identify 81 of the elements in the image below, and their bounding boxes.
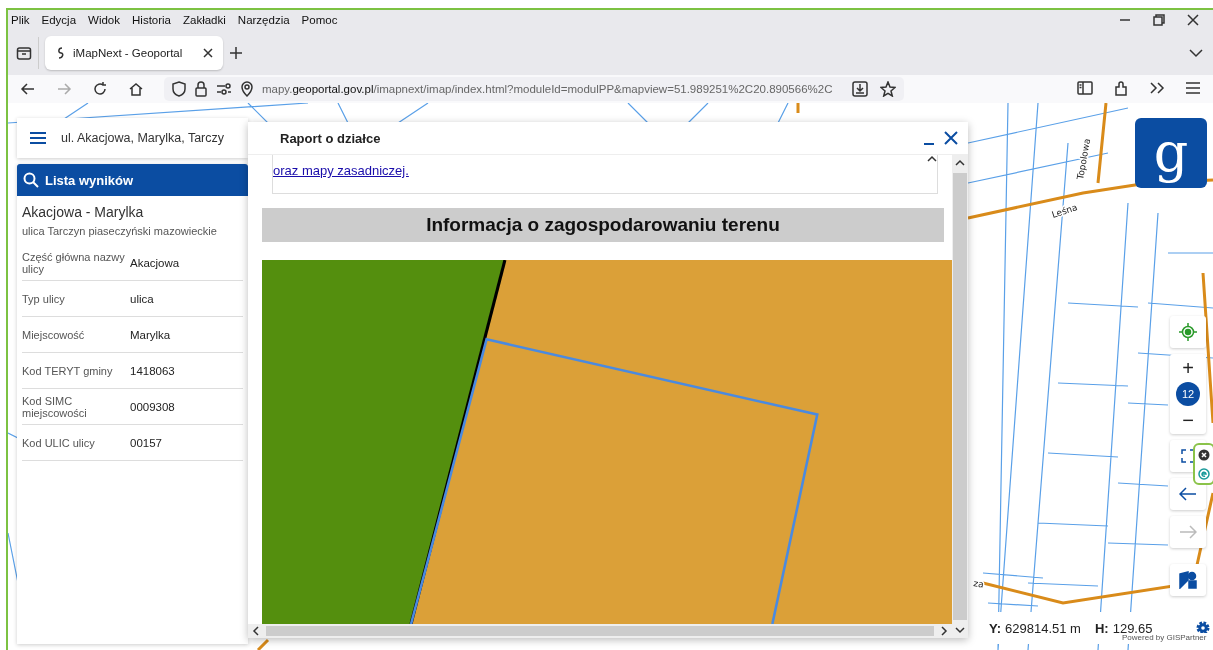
zoom-level-badge: 12 (1176, 382, 1200, 406)
attribute-value: Akacjowa (130, 256, 181, 269)
attribution-text: Powered by GISPartner (1120, 633, 1209, 643)
dialog-title: Raport o działce (280, 130, 382, 146)
menu-icon[interactable] (29, 131, 47, 145)
street-label: za (972, 578, 985, 590)
location-pin-icon[interactable] (240, 81, 254, 97)
shapes-icon (1179, 571, 1197, 589)
scroll-left-icon[interactable] (252, 626, 260, 636)
download-icon[interactable] (852, 81, 868, 97)
scroll-up-icon[interactable] (955, 159, 965, 167)
attribute-label: Typ ulicy (22, 292, 66, 305)
menu-item[interactable]: Edycja (41, 14, 77, 26)
restore-icon[interactable] (1153, 14, 1165, 26)
menu-icon[interactable] (1185, 81, 1201, 95)
target-icon (1179, 323, 1197, 341)
settings-icon[interactable] (1195, 620, 1211, 636)
right-arrow-icon (1179, 525, 1197, 539)
extension-overlay[interactable] (1193, 443, 1213, 485)
sliders-icon[interactable] (216, 82, 232, 96)
scroll-down-icon[interactable] (955, 626, 965, 634)
tab-list-icon[interactable] (1189, 47, 1203, 58)
chevrons-right-icon[interactable] (1149, 81, 1165, 95)
attribute-label: Kod TERYT gminy (22, 364, 114, 377)
coordinate-reading: H: 129.65 (1094, 620, 1153, 636)
frame-corners-icon (1181, 449, 1195, 463)
result-subtitle: ulica Tarczyn piaseczyński mazowieckie (21, 224, 218, 239)
scroll-up-icon[interactable] (927, 155, 937, 163)
locate-button[interactable] (1170, 316, 1206, 348)
attribute-value: 0009308 (130, 400, 176, 413)
attribute-value: 1418063 (130, 364, 176, 377)
section-heading: Informacja o zagospodarowaniu terenu (262, 208, 944, 242)
back-button[interactable] (1170, 478, 1206, 510)
vertical-scrollbar[interactable] (952, 155, 968, 638)
puzzle-icon[interactable] (1113, 81, 1129, 97)
menu-item[interactable]: Pomoc (301, 14, 338, 26)
favicon-icon (55, 45, 65, 60)
search-query[interactable]: ul. Akacjowa, Marylka, Tarczy (61, 131, 225, 145)
geoportal-logo[interactable]: g (1135, 118, 1207, 188)
menu-item[interactable]: Plik (11, 14, 30, 26)
attribute-label: Część główna nazwy ulicy (22, 250, 126, 275)
shield-icon[interactable] (172, 81, 186, 97)
map-link[interactable]: oraz mapy zasadniczej. (273, 155, 409, 181)
reload-icon[interactable] (92, 81, 108, 97)
browser-tab[interactable]: iMapNext - Geoportal (45, 35, 223, 70)
menu-item[interactable]: Historia (132, 14, 171, 26)
results-title: Lista wyników (45, 172, 134, 188)
horizontal-scrollbar[interactable] (248, 624, 952, 638)
menu-item[interactable]: Widok (88, 14, 120, 26)
menu-item[interactable]: Narzędzia (237, 14, 290, 26)
zoom-in-button[interactable]: + (1173, 358, 1203, 378)
close-icon[interactable] (944, 131, 958, 145)
back-arrow-icon[interactable] (20, 81, 36, 97)
coordinate-reading: Y: 629814.51 m (989, 620, 1081, 636)
new-tab-icon[interactable] (229, 45, 243, 60)
street-label: Leśna (1050, 202, 1079, 220)
sidebar-icon[interactable] (1077, 81, 1093, 95)
shapes-button[interactable] (1170, 564, 1206, 596)
tab-tray-icon[interactable] (16, 44, 32, 61)
home-icon[interactable] (128, 81, 144, 97)
attribute-value: ulica (130, 292, 155, 305)
zoom-out-button[interactable]: − (1173, 410, 1203, 430)
attribute-value: 00157 (130, 436, 163, 449)
attribute-label: Kod ULIC ulicy (22, 436, 96, 449)
star-icon[interactable] (880, 81, 896, 97)
search-icon (23, 172, 39, 188)
attribute-label: Kod SIMC miejscowości (22, 394, 88, 419)
street-label: Topolowa (1075, 137, 1093, 181)
close-circle-icon (1198, 448, 1210, 461)
attribute-label: Miejscowość (22, 328, 86, 341)
tab-close-icon[interactable] (203, 47, 213, 58)
letter-e-icon (1198, 467, 1210, 480)
lock-icon[interactable] (194, 81, 208, 97)
scroll-right-icon[interactable] (940, 626, 948, 636)
result-name[interactable]: Akacjowa - Marylka (17, 196, 248, 223)
menu-item[interactable]: Zakładki (183, 14, 226, 26)
close-icon[interactable] (1187, 14, 1199, 26)
search-bar[interactable]: ul. Akacjowa, Marylka, Tarczy (17, 118, 248, 158)
address-bar[interactable]: mapy.geoportal.gov.pl/imapnext/imap/index.html?moduleId=modulPP&mapview=51.989251%2C20.890566%2C (164, 77, 904, 101)
left-arrow-icon (1179, 487, 1197, 501)
attribute-value: Marylka (130, 328, 172, 341)
